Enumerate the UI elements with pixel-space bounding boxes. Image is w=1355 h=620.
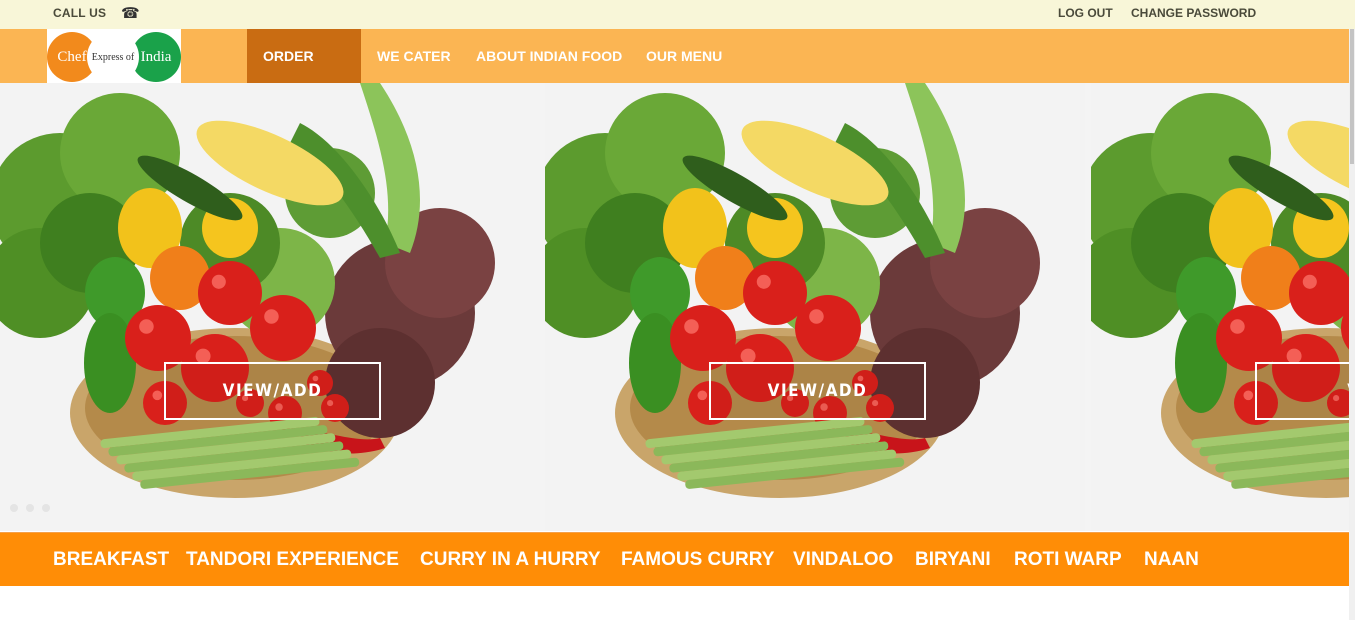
hero-slider: VIEW/ADD VIEW/ADD VIE: [0, 83, 1349, 531]
site-logo[interactable]: Chef Express of India: [47, 29, 181, 83]
slide: VIEW/ADD: [0, 83, 540, 531]
category-biryani[interactable]: BIRYANI: [915, 533, 991, 587]
nav-we-cater[interactable]: WE CATER: [361, 29, 467, 83]
logo-middle-circle: Express of: [87, 31, 139, 83]
category-bar: BREAKFAST TANDORI EXPERIENCE CURRY IN A …: [0, 532, 1349, 586]
vegetable-basket-image: [0, 83, 495, 498]
call-us-label: CALL US: [53, 6, 107, 20]
scrollbar-thumb[interactable]: [1350, 29, 1354, 164]
logo-right-word: India: [140, 48, 172, 65]
slide: VIE: [1091, 83, 1349, 531]
nav-about-indian-food[interactable]: ABOUT INDIAN FOOD: [460, 29, 638, 83]
logo-left-word: Chef: [57, 48, 87, 65]
vegetable-basket-image: [1091, 93, 1349, 498]
logout-link[interactable]: LOG OUT: [1058, 6, 1113, 20]
slider-dots[interactable]: [10, 504, 50, 512]
main-nav: Chef Express of India ORDER NOW WE CATER…: [0, 29, 1349, 118]
slide: VIEW/ADD: [545, 83, 1085, 531]
top-bar: CALL US ☎ LOG OUT CHANGE PASSWORD: [0, 0, 1355, 29]
change-password-link[interactable]: CHANGE PASSWORD: [1131, 6, 1256, 20]
category-roti-warp[interactable]: ROTI WARP: [1014, 533, 1122, 587]
page-scrollbar[interactable]: [1349, 29, 1355, 620]
category-naan[interactable]: NAAN: [1144, 533, 1199, 587]
phone-icon[interactable]: ☎: [121, 4, 140, 22]
view-add-button[interactable]: VIE: [1255, 362, 1349, 420]
category-curry-in-a-hurry[interactable]: CURRY IN A HURRY: [420, 533, 601, 587]
category-breakfast[interactable]: BREAKFAST: [53, 533, 169, 587]
slider-dot[interactable]: [10, 504, 18, 512]
category-famous-curry[interactable]: FAMOUS CURRY: [621, 533, 774, 587]
category-tandori-experience[interactable]: TANDORI EXPERIENCE: [186, 533, 399, 587]
nav-order-now[interactable]: ORDER NOW: [247, 29, 361, 118]
slider-dot[interactable]: [42, 504, 50, 512]
view-add-button[interactable]: VIEW/ADD: [164, 362, 381, 420]
nav-our-menu[interactable]: OUR MENU: [630, 29, 738, 83]
category-vindaloo[interactable]: VINDALOO: [793, 533, 893, 587]
logo-middle-word: Express of: [91, 51, 135, 63]
view-add-button[interactable]: VIEW/ADD: [709, 362, 926, 420]
slider-dot[interactable]: [26, 504, 34, 512]
vegetable-basket-image: [545, 83, 1040, 498]
